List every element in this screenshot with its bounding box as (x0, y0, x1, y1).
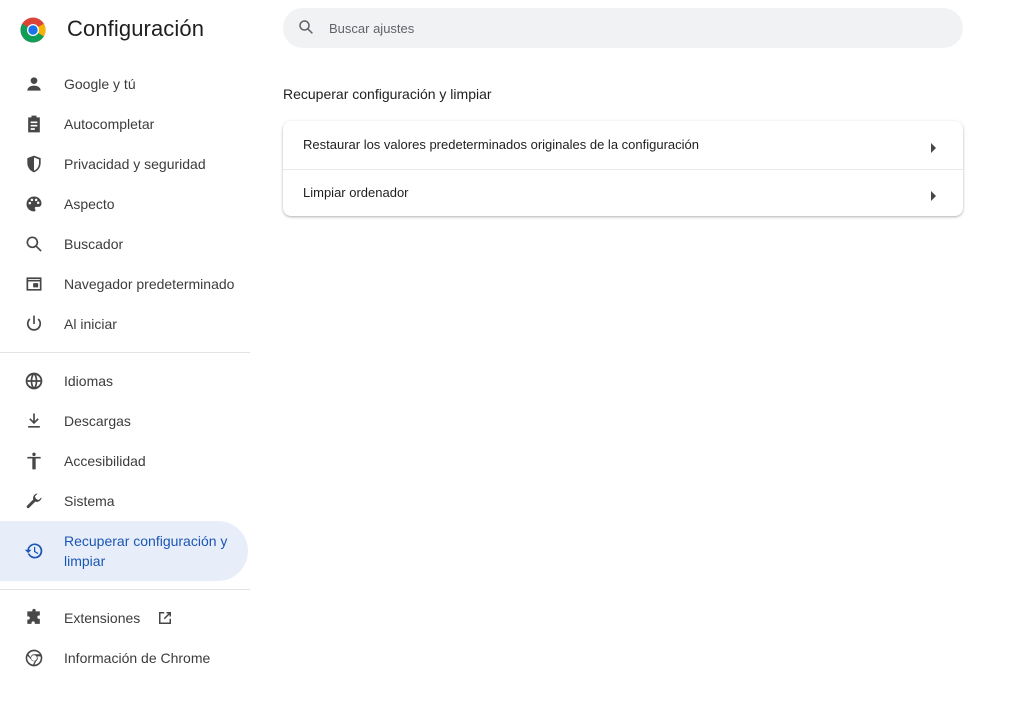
settings-page: Configuración Google y tú Autocompletar … (0, 0, 1034, 707)
sidebar-item-label: Navegador predeterminado (64, 276, 235, 292)
sidebar-item-autofill[interactable]: Autocompletar (0, 104, 248, 144)
sidebar-item-accessibility[interactable]: Accesibilidad (0, 441, 248, 481)
sidebar-item-label: Autocompletar (64, 116, 155, 132)
puzzle-icon (23, 607, 45, 629)
sidebar-item-label: Información de Chrome (64, 650, 211, 666)
sidebar-item-label: Al iniciar (64, 316, 117, 332)
brand: Configuración (20, 14, 204, 46)
restore-defaults-row[interactable]: Restaurar los valores predeterminados or… (283, 121, 963, 169)
sidebar-item-label: Buscador (64, 236, 124, 252)
sidebar-item-label: Recuperar configuración y limpiar (64, 533, 228, 569)
section-title: Recuperar configuración y limpiar (283, 86, 492, 102)
restore-icon (23, 540, 45, 562)
arrow-right-icon (929, 140, 937, 153)
chrome-logo-icon (20, 17, 46, 43)
sidebar-item-label: Descargas (64, 413, 131, 429)
reset-card: Restaurar los valores predeterminados or… (283, 121, 963, 216)
clipboard-icon (23, 113, 45, 135)
sidebar-item-on-startup[interactable]: Al iniciar (0, 304, 248, 344)
sidebar-divider (0, 352, 250, 353)
search-icon (23, 233, 45, 255)
sidebar-item-extensions[interactable]: Extensiones (0, 598, 248, 638)
browser-window-icon (23, 273, 45, 295)
row-label: Restaurar los valores predeterminados or… (303, 137, 699, 152)
page-title: Configuración (67, 16, 205, 41)
sidebar-item-downloads[interactable]: Descargas (0, 401, 248, 441)
sidebar-item-about-chrome[interactable]: Información de Chrome (0, 638, 248, 678)
sidebar-item-appearance[interactable]: Aspecto (0, 184, 248, 224)
sidebar-item-google[interactable]: Google y tú (0, 64, 248, 104)
sidebar-item-label: Privacidad y seguridad (64, 156, 206, 172)
row-label: Limpiar ordenador (303, 185, 409, 200)
sidebar-item-languages[interactable]: Idiomas (0, 361, 248, 401)
sidebar-item-privacy[interactable]: Privacidad y seguridad (0, 144, 248, 184)
sidebar-item-label: Idiomas (64, 373, 114, 389)
shield-icon (23, 153, 45, 175)
search-input[interactable] (329, 8, 929, 48)
search-icon (297, 18, 317, 38)
globe-icon (23, 370, 45, 392)
clean-computer-row[interactable]: Limpiar ordenador (283, 170, 963, 218)
sidebar-item-reset-settings[interactable]: Recuperar configuración y limpiar (0, 521, 248, 581)
arrow-right-icon (929, 188, 937, 201)
sidebar-item-label: Accesibilidad (64, 453, 146, 469)
sidebar-item-label: Google y tú (64, 76, 136, 92)
sidebar: Configuración Google y tú Autocompletar … (0, 0, 250, 707)
person-icon (23, 73, 45, 95)
chrome-icon (23, 647, 45, 669)
accessibility-icon (23, 450, 45, 472)
power-icon (23, 313, 45, 335)
sidebar-item-search-engine[interactable]: Buscador (0, 224, 248, 264)
sidebar-item-label: Aspecto (64, 196, 115, 212)
search-bar[interactable] (283, 8, 963, 48)
palette-icon (23, 193, 45, 215)
sidebar-item-label: Extensiones (64, 610, 141, 626)
sidebar-item-label: Sistema (64, 493, 115, 509)
wrench-icon (23, 490, 45, 512)
sidebar-divider (0, 589, 250, 590)
open-in-new-icon (156, 609, 174, 627)
download-icon (23, 410, 45, 432)
sidebar-item-default-browser[interactable]: Navegador predeterminado (0, 264, 248, 304)
sidebar-item-system[interactable]: Sistema (0, 481, 248, 521)
